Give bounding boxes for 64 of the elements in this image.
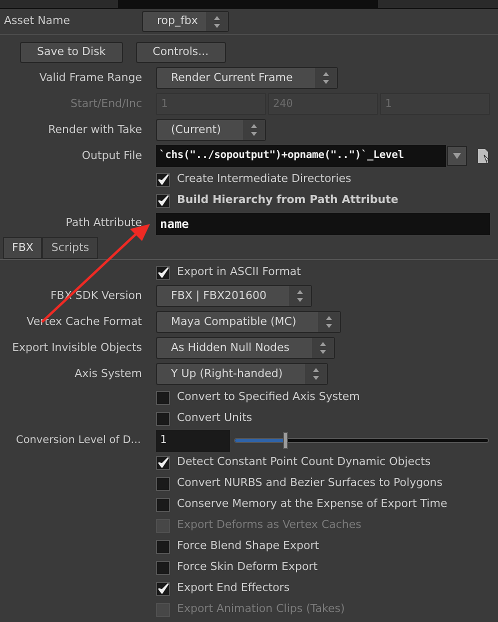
output-file-field[interactable]: `chs("../sopoutput")+opname("..")`_Level [156,145,446,167]
checkbox[interactable] [156,476,170,490]
tab[interactable]: FBX [3,237,42,259]
checkbox-label: Conserve Memory at the Expense of Export Time [177,496,448,512]
checkbox[interactable] [156,194,170,208]
dropdown-menu[interactable]: (Current) [156,119,266,141]
spinner-icon [250,123,258,137]
checkbox[interactable] [156,266,170,280]
checkbox-label: Convert NURBS and Bezier Surfaces to Polygons [177,475,442,492]
toolbar-button[interactable]: Controls... [136,42,226,62]
checkbox[interactable] [156,456,170,470]
checkbox-label: Export Deforms as Vertex Caches [177,517,362,534]
checkbox-label: Export in ASCII Format [177,264,301,280]
checkbox[interactable] [156,172,170,186]
checkbox-label: Detect Constant Point Count Dynamic Objects [177,454,431,470]
slider[interactable] [234,431,489,450]
checkbox[interactable] [156,540,170,554]
asset-name-menu[interactable]: rop_fbx [142,11,229,32]
spinner-icon [296,289,304,303]
checkbox-label: Force Skin Deform Export [177,559,318,576]
spinner-icon [312,367,320,381]
checkbox-label: Convert Units [177,410,252,426]
checkbox[interactable] [156,560,170,574]
slider-handle[interactable] [283,432,288,449]
checkmark-icon [158,582,168,594]
checkbox-label: Build Hierarchy from Path Attribute [177,192,398,208]
spinner-icon [322,71,330,85]
checkbox[interactable] [156,390,170,404]
checkbox-label: Force Blend Shape Export [177,538,320,554]
checkbox[interactable] [156,498,170,512]
parameter-label: Export Invisible Objects [12,340,142,356]
parameter-label: Valid Frame Range [39,70,142,86]
dropdown-menu[interactable]: Maya Compatible (MC) [156,311,342,333]
file-browse-icon[interactable] [477,148,490,164]
number-field[interactable]: 1 [156,430,230,452]
spinner-icon [325,315,334,329]
checkbox[interactable] [156,582,170,596]
parameter-label: Start/End/Inc [70,96,142,112]
checkbox-label: Export Animation Clips (Takes) [177,601,345,618]
tab[interactable]: Scripts [42,237,98,259]
asset-name-label: Asset Name [4,14,70,28]
spinner-icon [318,341,327,355]
parameter-label: Axis System [74,366,142,382]
checkmark-icon [158,266,168,278]
checkbox-label: Create Intermediate Directories [177,171,352,188]
checkmark-icon [158,194,168,206]
dropdown-arrow-button[interactable] [447,146,467,166]
dropdown-menu[interactable]: Render Current Frame [156,67,338,89]
parameter-label: Conversion Level of D... [16,432,141,448]
dropdown-menu[interactable]: Y Up (Right-handed) [156,363,328,385]
checkmark-icon [158,456,168,468]
dropdown-menu[interactable]: FBX | FBX201600 [156,285,312,307]
caret-icon [453,153,461,159]
parameter-label: Output File [82,148,142,164]
toolbar-button[interactable]: Save to Disk [20,42,123,62]
parameter-label: Path Attribute [66,215,142,232]
checkmark-icon [158,174,168,186]
checkbox[interactable] [156,412,170,426]
dropdown-menu[interactable]: As Hidden Null Nodes [156,337,335,359]
spinner-icon [213,14,221,28]
parameter-label: Render with Take [48,122,142,138]
path-attribute-field[interactable]: name [156,212,490,234]
checkbox-label: Export End Effectors [177,580,290,596]
checkbox-label: Convert to Specified Axis System [177,389,360,406]
